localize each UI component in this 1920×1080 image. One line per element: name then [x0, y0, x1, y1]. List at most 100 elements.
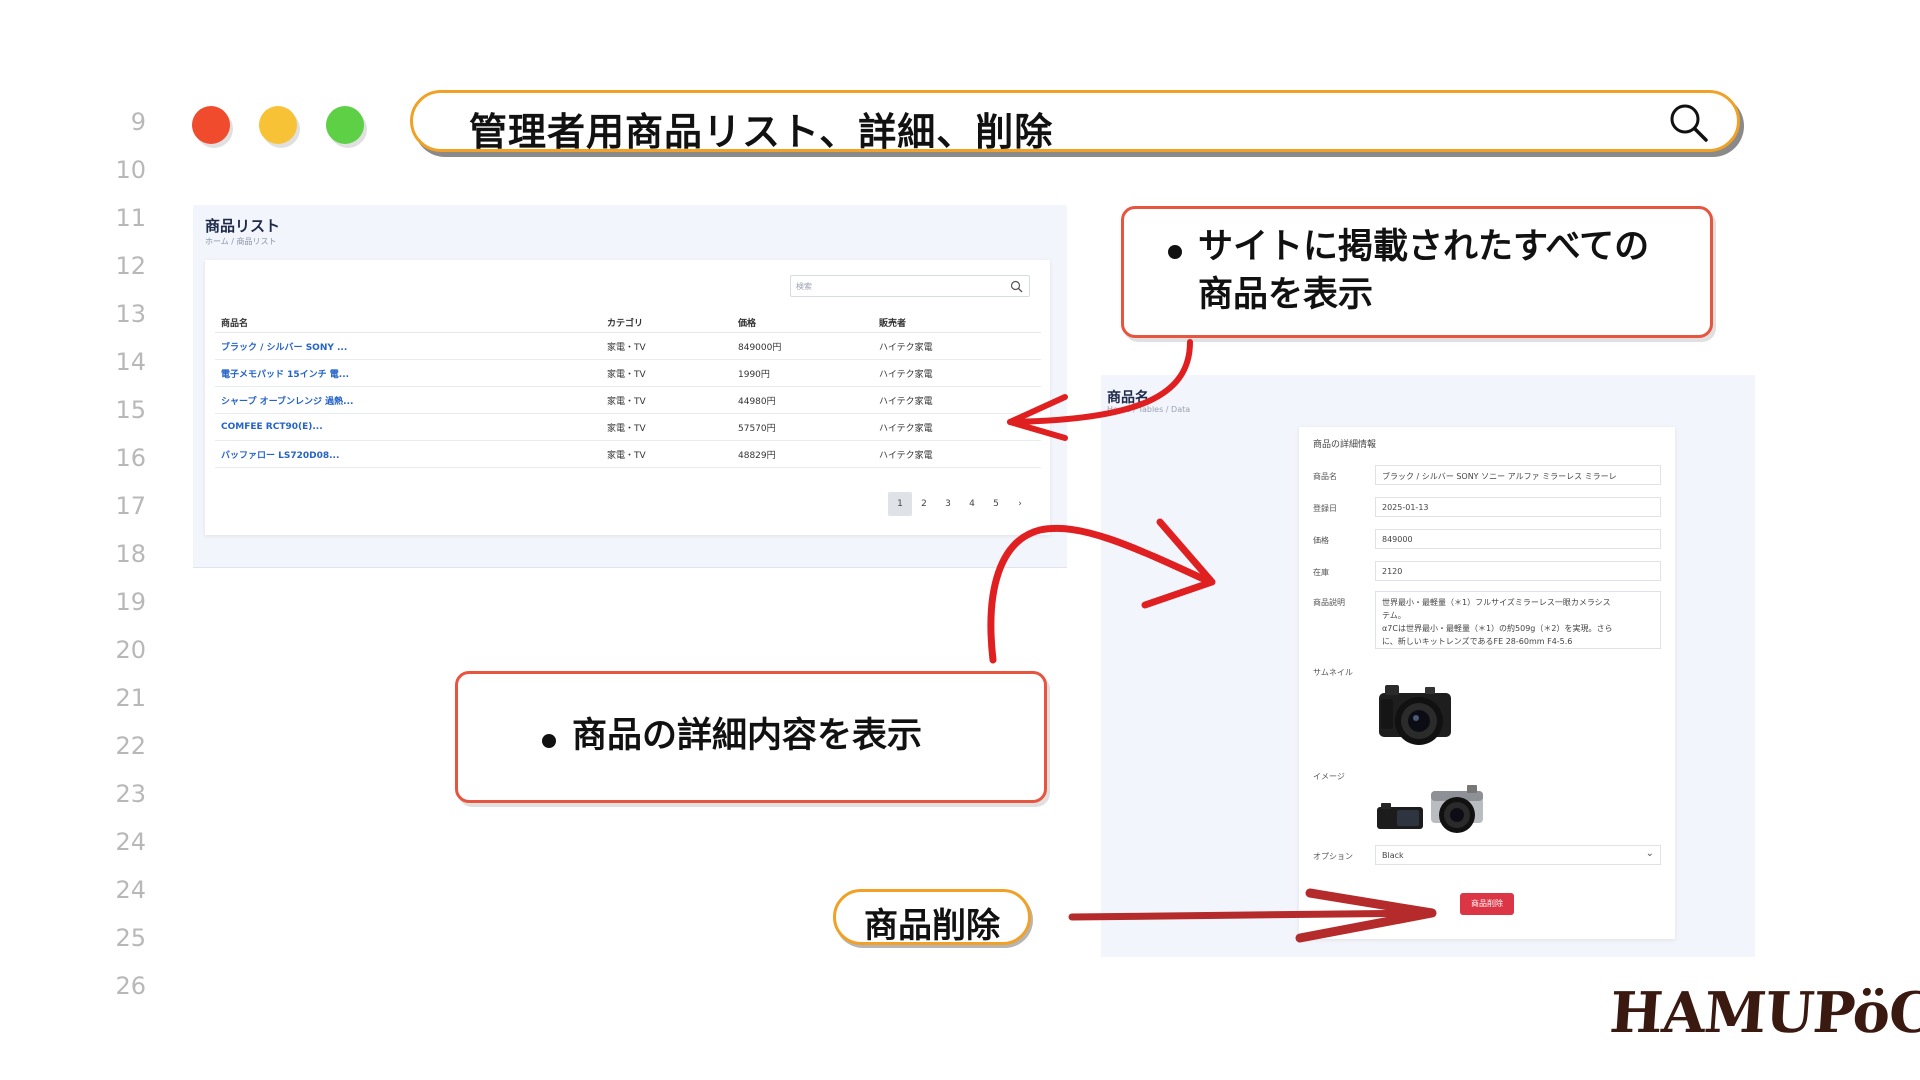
- table-row: 電子メモパッド 15インチ 電... 家電・TV 1990円 ハイテク家電: [215, 359, 1041, 387]
- page-button-4[interactable]: 4: [960, 492, 984, 516]
- table-row: バッファロー LS720D08... 家電・TV 48829円 ハイテク家電: [215, 440, 1041, 468]
- page-title: 管理者用商品リスト、詳細、削除: [469, 110, 1054, 154]
- page-button-3[interactable]: 3: [936, 492, 960, 516]
- bullet-point: [542, 734, 556, 748]
- line-number: 9: [130, 108, 146, 136]
- product-name-link[interactable]: バッファロー LS720D08...: [215, 440, 601, 468]
- search-icon[interactable]: [1667, 101, 1711, 145]
- column-header-price: 価格: [732, 312, 873, 333]
- date-label: 登録日: [1313, 504, 1337, 513]
- delete-product-button[interactable]: 商品削除: [1460, 893, 1514, 915]
- line-number: 19: [115, 588, 146, 616]
- page-button-2[interactable]: 2: [912, 492, 936, 516]
- line-number: 14: [115, 348, 146, 376]
- category-cell: 家電・TV: [601, 332, 732, 360]
- product-list-screenshot: 商品リスト ホーム / 商品リスト 検索 商品名 カテゴリ 価格 販売者 ブラッ…: [193, 205, 1067, 568]
- search-placeholder: 検索: [796, 282, 812, 291]
- line-number: 24: [115, 828, 146, 856]
- line-number: 17: [115, 492, 146, 520]
- price-field[interactable]: 849000: [1375, 529, 1661, 549]
- description-line: α7Cは世界最小・最軽量（＊1）の約509g（＊2）を実現。さら: [1382, 624, 1613, 633]
- thumbnail-label: サムネイル: [1313, 668, 1353, 677]
- seller-cell: ハイテク家電: [873, 332, 1041, 360]
- line-number: 22: [115, 732, 146, 760]
- line-number: 10: [115, 156, 146, 184]
- detail-page-title: 商品名: [1107, 390, 1149, 406]
- line-number: 18: [115, 540, 146, 568]
- description-label: 商品説明: [1313, 598, 1345, 607]
- line-number: 15: [115, 396, 146, 424]
- column-header-name: 商品名: [215, 312, 601, 333]
- table-header-row: 商品名 カテゴリ 価格 販売者: [215, 312, 1041, 333]
- product-name-link[interactable]: ブラック / シルバー SONY ...: [215, 332, 601, 360]
- seller-cell: ハイテク家電: [873, 386, 1041, 414]
- name-field[interactable]: ブラック / シルバー SONY ソニー アルファ ミラーレス ミラーレ: [1375, 465, 1661, 485]
- option-label: オプション: [1313, 852, 1353, 861]
- product-name-link[interactable]: 電子メモパッド 15インチ 電...: [215, 359, 601, 387]
- callout-text: 商品の詳細内容を表示: [572, 716, 923, 756]
- column-header-category: カテゴリ: [601, 312, 732, 333]
- detail-card-title: 商品の詳細情報: [1313, 440, 1377, 450]
- name-label: 商品名: [1313, 472, 1337, 481]
- seller-cell: ハイテク家電: [873, 359, 1041, 387]
- line-number: 23: [115, 780, 146, 808]
- product-table: 商品名 カテゴリ 価格 販売者 ブラック / シルバー SONY ... 家電・…: [215, 312, 1041, 468]
- list-page-title: 商品リスト: [205, 217, 281, 235]
- next-page-button[interactable]: ›: [1008, 492, 1032, 516]
- thumbnail-image: [1379, 685, 1451, 745]
- line-number: 16: [115, 444, 146, 472]
- product-detail-screenshot: 商品名 Home / Tables / Data 商品の詳細情報 商品名 ブラッ…: [1101, 375, 1755, 957]
- description-textarea[interactable]: 世界最小・最軽量（＊1）フルサイズミラーレス一眼カメラシス テム。 α7Cは世界…: [1375, 591, 1661, 649]
- category-cell: 家電・TV: [601, 386, 732, 414]
- breadcrumb: Home / Tables / Data: [1107, 405, 1191, 414]
- bullet-point: [1168, 245, 1182, 259]
- product-list-card: 検索 商品名 カテゴリ 価格 販売者 ブラック / シルバー SONY ... …: [205, 260, 1050, 535]
- callout-text-line: 商品を表示: [1198, 275, 1374, 315]
- table-row: ブラック / シルバー SONY ... 家電・TV 849000円 ハイテク家…: [215, 332, 1041, 360]
- page-button-5[interactable]: 5: [984, 492, 1008, 516]
- line-number: 26: [115, 972, 146, 1000]
- description-line: に、新しいキットレンズであるFE 28-60mm F4-5.6: [1382, 637, 1573, 646]
- search-icon[interactable]: [1010, 280, 1023, 293]
- price-label: 価格: [1313, 536, 1329, 545]
- line-number: 21: [115, 684, 146, 712]
- description-line: テム。: [1382, 611, 1406, 620]
- category-cell: 家電・TV: [601, 440, 732, 468]
- callout-all-products: サイトに掲載されたすべての 商品を表示: [1121, 206, 1713, 338]
- price-cell: 1990円: [732, 359, 873, 387]
- table-row: COMFEE RCT90(E)... 家電・TV 57570円 ハイテク家電: [215, 413, 1041, 441]
- option-selected-value: Black: [1382, 851, 1404, 860]
- stock-label: 在庫: [1313, 568, 1329, 577]
- line-number: 12: [115, 252, 146, 280]
- product-name-link[interactable]: COMFEE RCT90(E)...: [215, 413, 601, 441]
- close-window-dot[interactable]: [192, 106, 230, 144]
- images-label: イメージ: [1313, 772, 1345, 781]
- stock-field[interactable]: 2120: [1375, 561, 1661, 581]
- hamupochi-logo: HAMUPöCHI: [1607, 980, 1920, 1046]
- chevron-down-icon: ⌄: [1645, 848, 1654, 859]
- minimize-window-dot[interactable]: [259, 106, 297, 144]
- description-line: 世界最小・最軽量（＊1）フルサイズミラーレス一眼カメラシス: [1382, 598, 1611, 607]
- seller-cell: ハイテク家電: [873, 413, 1041, 441]
- breadcrumb: ホーム / 商品リスト: [205, 237, 277, 246]
- date-field[interactable]: 2025-01-13: [1375, 497, 1661, 517]
- price-cell: 48829円: [732, 440, 873, 468]
- title-bar: 管理者用商品リスト、詳細、削除: [410, 90, 1740, 154]
- column-header-seller: 販売者: [873, 312, 1041, 333]
- line-number: 24: [115, 876, 146, 904]
- maximize-window-dot[interactable]: [326, 106, 364, 144]
- option-select[interactable]: Black ⌄: [1375, 845, 1661, 865]
- category-cell: 家電・TV: [601, 359, 732, 387]
- seller-cell: ハイテク家電: [873, 440, 1041, 468]
- search-input[interactable]: 検索: [790, 275, 1030, 297]
- price-cell: 44980円: [732, 386, 873, 414]
- image-thumb-black: [1377, 803, 1423, 829]
- line-number: 20: [115, 636, 146, 664]
- product-name-link[interactable]: シャープ オーブンレンジ 過熱...: [215, 386, 601, 414]
- price-cell: 849000円: [732, 332, 873, 360]
- callout-detail: 商品の詳細内容を表示: [455, 671, 1047, 803]
- image-thumb-silver: [1431, 785, 1483, 833]
- callout-text-line: サイトに掲載されたすべての: [1198, 227, 1650, 267]
- callout-delete: 商品削除: [833, 889, 1031, 946]
- page-button-1[interactable]: 1: [888, 492, 912, 516]
